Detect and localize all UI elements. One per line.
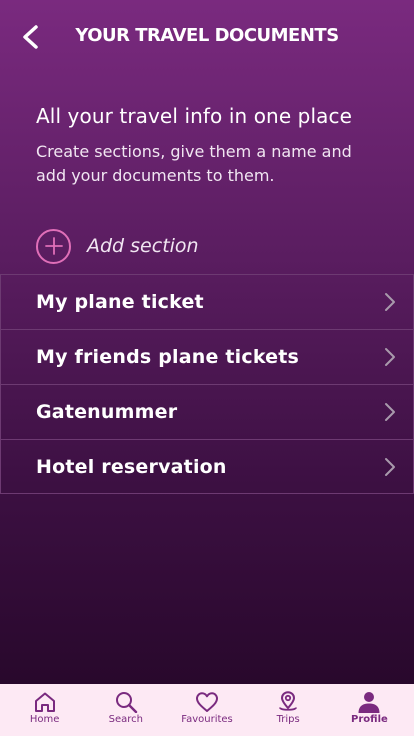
section-label: My friends plane tickets <box>36 346 300 368</box>
user-icon <box>358 692 380 713</box>
section-label: Gatenummer <box>36 401 178 423</box>
tab-label: Search <box>108 714 143 725</box>
search-icon <box>115 692 137 713</box>
chevron-right-icon <box>385 403 395 421</box>
section-label: My plane ticket <box>36 291 204 313</box>
tab-label: Home <box>29 714 60 725</box>
chevron-right-icon <box>385 457 395 476</box>
tab-profile[interactable]: Profile <box>329 684 410 736</box>
add-section-button[interactable]: Add section <box>36 228 199 264</box>
tab-label: Trips <box>276 714 300 725</box>
section-row[interactable]: Gatenummer <box>0 384 414 439</box>
page-title: YOUR TRAVEL DOCUMENTS <box>75 25 339 46</box>
plus-circle-icon <box>36 228 71 264</box>
add-section-label: Add section <box>87 235 199 257</box>
heart-icon <box>196 692 218 712</box>
header: YOUR TRAVEL DOCUMENTS <box>0 0 414 76</box>
chevron-right-icon <box>385 293 395 311</box>
intro-text: Create sections, give them a name and ad… <box>36 142 352 185</box>
section-label: Hotel reservation <box>36 455 227 478</box>
home-icon <box>34 692 55 712</box>
map-pin-icon <box>279 691 298 711</box>
intro-heading: All your travel info in one place <box>36 104 352 128</box>
section-row[interactable]: My friends plane tickets <box>0 329 414 384</box>
tab-bar: Home Search Favourites Trips Profile <box>0 684 414 736</box>
chevron-right-icon <box>385 348 395 366</box>
tab-favourites[interactable]: Favourites <box>166 684 247 736</box>
tab-trips[interactable]: Trips <box>248 684 329 736</box>
tab-search[interactable]: Search <box>85 684 166 736</box>
intro: All your travel info in one place Create… <box>36 102 386 188</box>
section-list: My plane ticket My friends plane tickets… <box>0 274 414 494</box>
section-row[interactable]: Hotel reservation <box>0 439 414 494</box>
tab-label: Favourites <box>181 714 233 725</box>
section-row[interactable]: My plane ticket <box>0 274 414 329</box>
tab-home[interactable]: Home <box>4 684 85 736</box>
tab-label: Profile <box>351 714 388 725</box>
